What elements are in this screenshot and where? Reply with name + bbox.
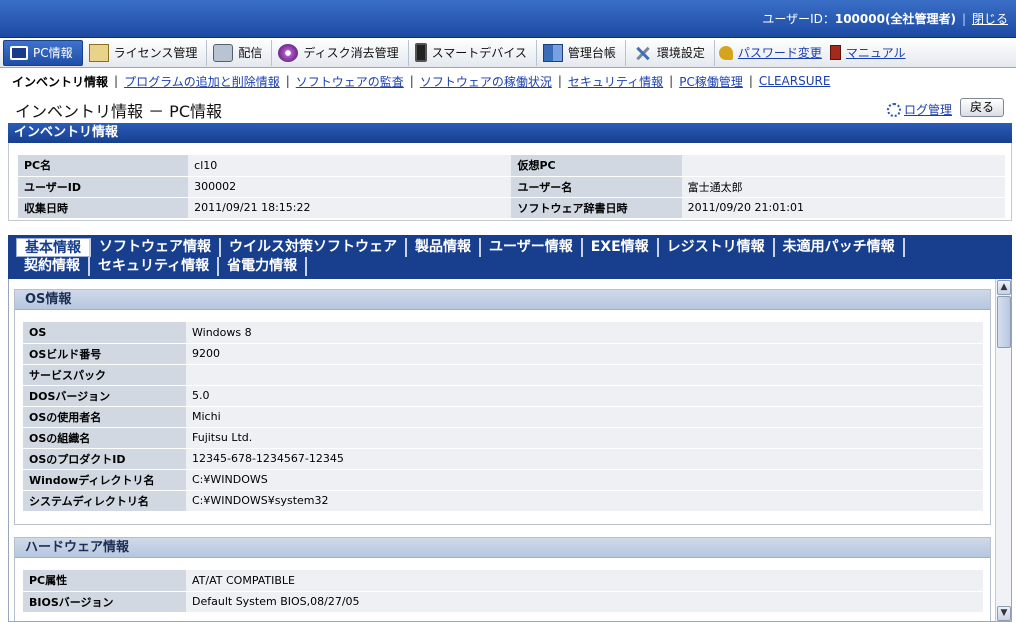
tools-icon: [632, 44, 652, 62]
sub-menu: インベントリ情報 | プログラムの追加と削除情報 | ソフトウェアの監査 | ソフトウ…: [12, 73, 831, 90]
detail-content: OS情報 OS Windows 8 OSビルド番号 9200 サービスパック DOS…: [8, 279, 1012, 622]
page-title: インベントリ情報 － PC情報: [15, 102, 222, 121]
menu-license[interactable]: ライセンス管理: [83, 39, 208, 66]
user-id-label: ユーザーID：: [762, 12, 835, 26]
menu-pc-info[interactable]: PC情報: [3, 39, 83, 66]
table-row: Windowディレクトリ名 C:¥WINDOWS: [23, 469, 983, 491]
submenu-software-usage[interactable]: ソフトウェアの稼働状況: [420, 73, 552, 90]
detail-tabs: 基本情報 ソフトウェア情報 ウイルス対策ソフトウェア 製品情報 ユーザー情報 E…: [8, 235, 1012, 279]
tab-product-info[interactable]: 製品情報: [407, 238, 481, 257]
os-info-panel: OS情報 OS Windows 8 OSビルド番号 9200 サービスパック DOS…: [14, 289, 991, 525]
log-management-link[interactable]: ログ管理: [886, 101, 952, 118]
smartphone-icon: [414, 43, 427, 62]
submenu-clearsure[interactable]: CLEARSURE: [759, 74, 831, 88]
menu-disk-erase[interactable]: ディスク消去管理: [272, 39, 409, 66]
inventory-table: PC名 cl10 仮想PC ユーザーID 300002 ユーザー名 富士通太郎 …: [18, 155, 1005, 219]
hardware-info-panel: ハードウェア情報 PC属性 AT/AT COMPATIBLE BIOSバージョン D…: [14, 537, 991, 621]
tab-basic-info[interactable]: 基本情報: [16, 238, 91, 257]
scroll-up-icon[interactable]: ▲: [997, 280, 1011, 295]
menu-settings[interactable]: 環境設定: [626, 39, 715, 66]
table-row: OSのプロダクトID 12345-678-1234567-12345: [23, 448, 983, 470]
os-info-table: OS Windows 8 OSビルド番号 9200 サービスパック DOSバージョン…: [23, 322, 983, 512]
hardware-info-title: ハードウェア情報: [15, 538, 990, 558]
table-row: システムディレクトリ名 C:¥WINDOWS¥system32: [23, 490, 983, 512]
top-bar: ユーザーID：100000(全社管理者) | 閉じる: [0, 0, 1016, 38]
tab-software-info[interactable]: ソフトウェア情報: [91, 238, 221, 257]
tab-user-info[interactable]: ユーザー情報: [481, 238, 583, 257]
table-row: ユーザーID 300002 ユーザー名 富士通太郎: [18, 176, 1005, 198]
tab-security-info[interactable]: セキュリティ情報: [90, 257, 220, 276]
gear-icon: [886, 103, 901, 117]
menu-ledger[interactable]: 管理台帳: [537, 39, 626, 66]
close-link[interactable]: 閉じる: [972, 12, 1008, 26]
tab-unapplied-patch[interactable]: 未適用パッチ情報: [775, 238, 905, 257]
table-row: OSビルド番号 9200: [23, 343, 983, 365]
inventory-section-title: インベントリ情報: [8, 123, 1012, 143]
table-row: DOSバージョン 5.0: [23, 385, 983, 407]
key-icon: [718, 45, 733, 60]
user-info: ユーザーID：100000(全社管理者) | 閉じる: [762, 12, 1008, 26]
table-row: PC名 cl10 仮想PC: [18, 155, 1005, 177]
tab-registry-info[interactable]: レジストリ情報: [659, 238, 775, 257]
tab-exe-info[interactable]: EXE情報: [583, 238, 659, 257]
license-icon: [88, 43, 109, 62]
hardware-info-table: PC属性 AT/AT COMPATIBLE BIOSバージョン Default Sy…: [23, 570, 983, 613]
menu-distribution[interactable]: 配信: [207, 39, 273, 66]
manual-link[interactable]: マニュアル: [826, 40, 910, 66]
manual-book-icon: [829, 45, 841, 60]
submenu-programs[interactable]: プログラムの追加と削除情報: [124, 73, 280, 90]
submenu-security[interactable]: セキュリティ情報: [568, 73, 663, 90]
page-header: インベントリ情報 － PC情報 ログ管理 戻る: [0, 94, 1016, 122]
table-row: BIOSバージョン Default System BIOS,08/27/05: [23, 591, 983, 613]
table-row: PC属性 AT/AT COMPATIBLE: [23, 570, 983, 592]
table-row: OSの使用者名 Michi: [23, 406, 983, 428]
user-id-value: 100000(全社管理者): [834, 12, 956, 26]
disk-icon: [278, 43, 299, 62]
ledger-icon: [542, 43, 563, 62]
os-info-title: OS情報: [15, 290, 990, 310]
main-menu: PC情報 ライセンス管理 配信 ディスク消去管理 スマートデバイス 管理台帳 環…: [0, 38, 1016, 68]
menu-smart-device[interactable]: スマートデバイス: [409, 39, 537, 66]
tab-power-saving[interactable]: 省電力情報: [219, 257, 308, 276]
submenu-software-audit[interactable]: ソフトウェアの監査: [296, 73, 404, 90]
pc-icon: [10, 45, 28, 60]
table-row: サービスパック: [23, 364, 983, 386]
distribution-icon: [213, 43, 234, 62]
back-button[interactable]: 戻る: [960, 98, 1004, 117]
submenu-current: インベントリ情報: [12, 74, 109, 89]
vertical-scrollbar[interactable]: ▲ ▼: [995, 279, 1011, 621]
inventory-box: PC名 cl10 仮想PC ユーザーID 300002 ユーザー名 富士通太郎 …: [8, 143, 1012, 221]
scrollbar-thumb[interactable]: [997, 296, 1011, 348]
table-row: 収集日時 2011/09/21 18:15:22 ソフトウェア辞書日時 2011…: [18, 197, 1005, 219]
scroll-down-icon[interactable]: ▼: [997, 606, 1011, 621]
tab-contract-info[interactable]: 契約情報: [16, 257, 90, 276]
table-row: OSの組織名 Fujitsu Ltd.: [23, 427, 983, 449]
submenu-pc-operation[interactable]: PC稼働管理: [679, 73, 743, 90]
table-row: OS Windows 8: [23, 322, 983, 344]
password-change-link[interactable]: パスワード変更: [715, 40, 826, 66]
tab-antivirus[interactable]: ウイルス対策ソフトウェア: [221, 238, 407, 257]
